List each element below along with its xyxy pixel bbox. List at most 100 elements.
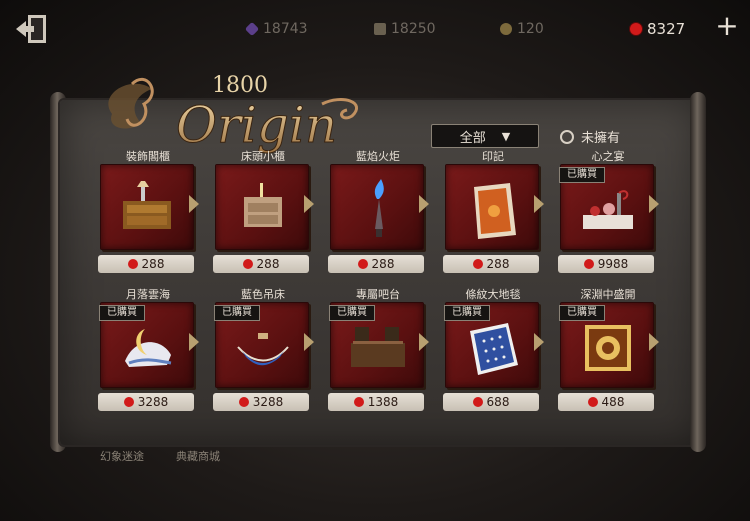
nightstand-icon [244, 183, 282, 227]
owned-badge: 已購買 [559, 305, 605, 321]
price-value: 288 [256, 257, 280, 271]
logo-word: Origin [176, 96, 337, 154]
currency-purple: 18743 [244, 18, 308, 40]
item-name: 裝飾閣櫃 [126, 150, 170, 163]
logo-year: 1800 [212, 73, 268, 98]
red-gem-icon [127, 259, 138, 269]
item-name: 藍色吊床 [241, 288, 285, 301]
price-button[interactable]: 488 [558, 393, 654, 411]
price-value: 288 [486, 257, 510, 271]
price-value: 1388 [367, 395, 399, 409]
price-button[interactable]: 3288 [98, 393, 194, 411]
price-value: 9988 [597, 257, 629, 271]
item-card[interactable]: 已購買 [444, 302, 539, 388]
item-name: 心之宴 [591, 150, 625, 163]
currency-puzzle: 18250 [374, 18, 436, 40]
add-currency-button[interactable]: + [714, 12, 740, 40]
shop-item[interactable]: 條紋大地毯已購買 688 [443, 288, 543, 412]
dropdown-arrow-icon: ▼ [501, 129, 511, 143]
price-value: 488 [601, 395, 625, 409]
item-card[interactable]: 已購買 [99, 302, 194, 388]
owned-badge: 已購買 [559, 167, 605, 183]
shop-item[interactable]: 印記 288 [443, 150, 543, 274]
currency-gold: 120 [500, 18, 544, 40]
red-gem-icon [630, 23, 642, 35]
price-button[interactable]: 1388 [328, 393, 424, 411]
price-button[interactable]: 688 [443, 393, 539, 411]
puzzle-piece-icon [374, 23, 386, 35]
shop-item[interactable]: 專屬吧台已購買 1388 [328, 288, 428, 412]
shop-item[interactable]: 月落雲海已購買 3288 [98, 288, 198, 412]
not-owned-toggle[interactable]: 未擁有 [560, 127, 620, 146]
red-gem-icon [357, 259, 368, 269]
rug-orange-icon [474, 183, 516, 239]
currency-red-value: 8327 [647, 20, 686, 38]
owned-badge: 已購買 [214, 305, 260, 321]
coin-icon [500, 23, 512, 35]
origin-logo: Origin 1800 [108, 73, 359, 154]
item-card[interactable] [445, 164, 539, 250]
item-card[interactable]: 已購買 [559, 164, 654, 250]
item-card[interactable]: 已購買 [329, 302, 424, 388]
red-gem-icon [583, 259, 594, 269]
item-card[interactable]: 已購買 [559, 302, 654, 388]
red-gem-icon [472, 397, 483, 407]
red-gem-icon [123, 397, 134, 407]
cabinet-icon [123, 181, 171, 229]
currency-gold-value: 120 [517, 21, 544, 37]
filter-selected-label: 全部 [459, 130, 486, 146]
item-name: 月落雲海 [126, 288, 170, 301]
not-owned-label: 未擁有 [581, 131, 621, 146]
price-button[interactable]: 288 [98, 255, 194, 273]
shop-item[interactable]: 藍色吊床已購買 3288 [213, 288, 313, 412]
price-button[interactable]: 288 [328, 255, 424, 273]
red-gem-icon [587, 397, 598, 407]
currency-purple-value: 18743 [263, 21, 308, 37]
torch-icon [374, 179, 384, 237]
item-name: 專屬吧台 [356, 288, 400, 301]
red-gem-icon [353, 397, 364, 407]
radio-circle-icon [560, 129, 574, 144]
link-collection-store[interactable]: 典藏商城 [176, 448, 220, 464]
price-value: 288 [141, 257, 165, 271]
item-name: 藍焰火炬 [356, 150, 400, 163]
price-value: 3288 [252, 395, 284, 409]
feast-icon [583, 190, 633, 229]
item-name: 深淵中盛開 [580, 288, 636, 301]
price-button[interactable]: 288 [213, 255, 309, 273]
link-phantom-maze[interactable]: 幻象迷途 [100, 448, 144, 464]
shop-item[interactable]: 裝飾閣櫃 288 [98, 150, 198, 274]
exit-icon[interactable] [14, 12, 50, 46]
purple-gem-icon [244, 21, 260, 37]
owned-badge: 已購買 [444, 305, 490, 321]
price-value: 288 [371, 257, 395, 271]
shop-item[interactable]: 深淵中盛開已購買 488 [558, 288, 658, 412]
rug-blue-icon [470, 323, 518, 375]
rug-gold-icon [585, 325, 631, 371]
moon-bed-icon [125, 329, 172, 367]
red-gem-icon [472, 259, 483, 269]
red-gem-icon [238, 397, 249, 407]
red-gem-icon [242, 259, 253, 269]
shop-item[interactable]: 藍焰火炬 288 [328, 150, 428, 274]
shop-item[interactable]: 心之宴已購買 9988 [558, 150, 658, 274]
item-card[interactable]: 已購買 [214, 302, 309, 388]
item-name: 印記 [482, 150, 504, 163]
item-name: 床頭小櫃 [241, 150, 285, 163]
shop-item[interactable]: 床頭小櫃 288 [213, 150, 313, 274]
owned-badge: 已購買 [329, 305, 375, 321]
price-button[interactable]: 288 [443, 255, 539, 273]
hammock-icon [237, 333, 289, 366]
item-card[interactable] [330, 164, 424, 250]
currency-red: 8327 [630, 18, 685, 40]
item-card[interactable] [100, 164, 194, 250]
price-button[interactable]: 9988 [558, 255, 654, 273]
owned-badge: 已購買 [99, 305, 145, 321]
price-value: 3288 [137, 395, 169, 409]
bar-icon [351, 327, 405, 367]
category-filter-dropdown[interactable]: 全部 ▼ [431, 124, 539, 148]
item-card[interactable] [215, 164, 309, 250]
price-button[interactable]: 3288 [213, 393, 309, 411]
item-name: 條紋大地毯 [465, 288, 521, 301]
price-value: 688 [486, 395, 510, 409]
